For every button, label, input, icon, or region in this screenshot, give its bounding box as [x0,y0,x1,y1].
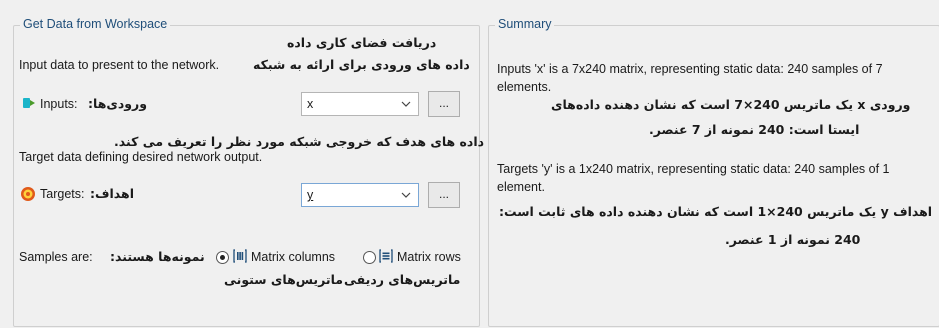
samples-label: Samples are: [19,250,93,264]
fa-target-data-description: داده های هدف که خروجی شبکه مورد نظر را ت… [114,134,485,149]
summary-panel-title: Summary [495,17,555,31]
matrix-rows-radio[interactable] [363,251,376,264]
fa-summary-targets-line1: اهداف y یک ماتریس 240×1 است که نشان دهند… [499,204,933,219]
fa-summary-inputs-line1: ورودی x یک ماتریس 240×7 است که نشان دهند… [551,97,911,112]
fa-summary-targets-line2: 240 نمونه از 1 عنصر. [725,232,861,247]
matrix-rows-icon [379,249,393,263]
summary-targets-line2: element. [497,180,545,194]
summary-panel: Summary Inputs 'x' is a 7x240 matrix, re… [488,17,939,327]
get-data-panel-title: Get Data from Workspace [20,17,171,31]
input-data-description: Input data to present to the network. [19,58,220,72]
chevron-down-icon [398,187,414,203]
targets-browse-button[interactable]: ... [428,182,460,208]
inputs-icon [22,96,36,110]
targets-label: Targets: [40,187,85,201]
summary-inputs-line2: elements. [497,80,552,94]
matrix-columns-label[interactable]: Matrix columns [251,250,335,264]
fa-panel-title: دریافت فضای کاری داده [287,35,437,50]
matrix-columns-icon [233,249,247,263]
inputs-label: Inputs: [40,97,78,111]
fa-samples-label: نمونه‌ها هستند: [110,249,205,264]
targets-select[interactable]: y [301,183,419,207]
fa-targets-label: اهداف: [90,186,134,201]
chevron-down-icon [398,96,414,112]
summary-targets-line1: Targets 'y' is a 1x240 matrix, represent… [497,162,890,176]
fa-matrix-rows-label: ماتریس‌های ردیفی [344,272,461,287]
fa-inputs-label: ورودی‌ها: [88,96,147,111]
targets-select-value: y [307,188,314,202]
fa-summary-inputs-line2: ایستا است: 240 نمونه از 7 عنصر. [649,122,860,137]
inputs-browse-button[interactable]: ... [428,91,460,117]
inputs-select-value: x [307,97,314,111]
targets-icon [20,186,36,202]
fa-matrix-columns-label: ماتریس‌های ستونی [224,272,344,287]
inputs-select[interactable]: x [301,92,419,116]
matrix-columns-radio[interactable] [216,251,229,264]
target-data-description: Target data defining desired network out… [19,150,263,164]
summary-inputs-line1: Inputs 'x' is a 7x240 matrix, representi… [497,62,883,76]
matrix-rows-label[interactable]: Matrix rows [397,250,461,264]
fa-input-data-description: داده های ورودی برای ارائه به شبکه [253,57,470,72]
